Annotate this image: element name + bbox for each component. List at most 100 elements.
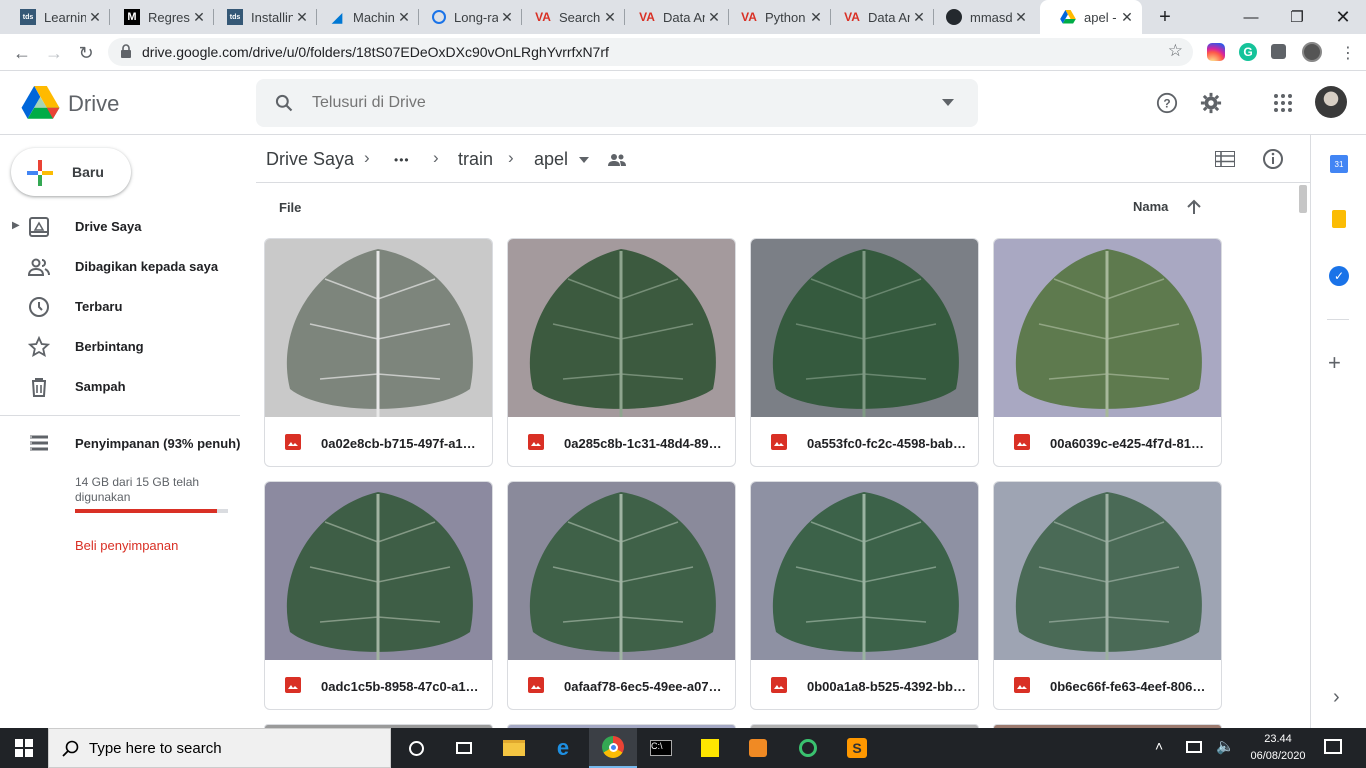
breadcrumb-current[interactable]: apel bbox=[534, 149, 568, 170]
cortana-icon[interactable] bbox=[392, 728, 440, 768]
vertical-scrollbar[interactable] bbox=[1297, 183, 1309, 728]
taskbar-search-box[interactable]: Type here to search bbox=[48, 728, 391, 768]
file-card[interactable]: 0afaaf78-6ec5-49ee-a07… bbox=[507, 481, 736, 710]
browser-tab[interactable]: tds Learnin ✕ bbox=[0, 0, 110, 34]
grammarly-extension-icon[interactable]: G bbox=[1239, 43, 1257, 61]
search-input[interactable] bbox=[312, 91, 912, 115]
address-bar[interactable]: drive.google.com/drive/u/0/folders/18tS0… bbox=[108, 38, 1193, 66]
terminal-icon[interactable]: C:\ bbox=[637, 728, 685, 768]
sidebar-item-storage[interactable]: Penyimpanan (93% penuh) bbox=[0, 427, 240, 461]
volume-icon[interactable]: 🔈 bbox=[1216, 737, 1235, 755]
file-thumbnail[interactable] bbox=[265, 482, 492, 660]
network-icon[interactable] bbox=[1186, 741, 1202, 753]
file-card[interactable]: 0adc1c5b-8958-47c0-a1… bbox=[264, 481, 493, 710]
close-tab-icon[interactable]: ✕ bbox=[807, 9, 825, 26]
apps-grid-icon[interactable] bbox=[1270, 90, 1296, 116]
file-thumbnail[interactable] bbox=[265, 239, 492, 417]
close-tab-icon[interactable]: ✕ bbox=[86, 9, 104, 26]
breadcrumb-parent[interactable]: train bbox=[458, 149, 493, 170]
help-icon[interactable]: ? bbox=[1154, 90, 1180, 116]
sort-by-name-button[interactable]: Nama bbox=[1133, 199, 1168, 214]
browser-tab[interactable]: Long-ra ✕ bbox=[412, 0, 522, 34]
browser-tab[interactable]: M Regress ✕ bbox=[104, 0, 214, 34]
chrome-icon[interactable] bbox=[589, 728, 637, 768]
keep-icon[interactable] bbox=[1332, 210, 1346, 228]
maximize-button[interactable]: ❐ bbox=[1274, 0, 1320, 34]
edge-icon[interactable]: e bbox=[539, 728, 587, 768]
file-thumbnail[interactable] bbox=[751, 239, 978, 417]
list-view-icon[interactable] bbox=[1215, 151, 1235, 167]
sidebar-item-my-drive[interactable]: ▶ Drive Saya bbox=[0, 210, 240, 244]
file-thumbnail[interactable] bbox=[508, 482, 735, 660]
expand-arrow-icon[interactable]: ▶ bbox=[12, 220, 20, 231]
file-card[interactable]: 0a285c8b-1c31-48d4-89f… bbox=[507, 238, 736, 467]
file-card[interactable]: 00a6039c-e425-4f7d-81b… bbox=[993, 238, 1222, 467]
windows-start-icon[interactable] bbox=[0, 728, 48, 768]
browser-tab[interactable]: VA Python ✕ bbox=[721, 0, 831, 34]
browser-tab-active[interactable]: apel - G ✕ bbox=[1040, 0, 1142, 34]
profile-avatar-icon[interactable] bbox=[1302, 42, 1322, 62]
buy-storage-link[interactable]: Beli penyimpanan bbox=[75, 538, 178, 553]
tasks-icon[interactable]: ✓ bbox=[1329, 266, 1349, 286]
close-tab-icon[interactable]: ✕ bbox=[395, 9, 413, 26]
system-tray-chevron-icon[interactable]: ˄ bbox=[1155, 738, 1163, 754]
notifications-icon[interactable] bbox=[1324, 739, 1342, 754]
close-tab-icon[interactable]: ✕ bbox=[601, 9, 619, 26]
extensions-puzzle-icon[interactable] bbox=[1271, 44, 1286, 59]
account-avatar[interactable] bbox=[1315, 86, 1347, 118]
info-icon[interactable] bbox=[1262, 148, 1284, 170]
browser-tab[interactable]: VA Data Ar ✕ bbox=[619, 0, 729, 34]
sidebar-item-shared[interactable]: Dibagikan kepada saya bbox=[0, 250, 240, 284]
new-button[interactable]: Baru bbox=[11, 148, 131, 196]
minimize-button[interactable]: — bbox=[1228, 0, 1274, 34]
taskbar-clock[interactable]: 23.44 06/08/2020 bbox=[1250, 731, 1306, 765]
browser-tab[interactable]: tds Installin ✕ bbox=[207, 0, 317, 34]
chrome-menu-icon[interactable]: ⋮ bbox=[1334, 39, 1362, 67]
calendar-icon[interactable]: 31 bbox=[1330, 155, 1348, 173]
search-options-caret-icon[interactable] bbox=[942, 99, 954, 106]
close-window-button[interactable]: ✕ bbox=[1320, 0, 1366, 34]
get-addons-plus-icon[interactable]: + bbox=[1328, 350, 1341, 376]
file-card[interactable]: 0b00a1a8-b525-4392-bb… bbox=[750, 481, 979, 710]
file-thumbnail[interactable] bbox=[508, 239, 735, 417]
scrollbar-thumb[interactable] bbox=[1299, 185, 1307, 213]
breadcrumb-root[interactable]: Drive Saya bbox=[266, 149, 354, 170]
sort-ascending-arrow-icon[interactable] bbox=[1187, 199, 1201, 214]
file-thumbnail[interactable] bbox=[994, 239, 1221, 417]
file-thumbnail[interactable] bbox=[994, 482, 1221, 660]
back-button[interactable]: ← bbox=[8, 39, 36, 67]
close-tab-icon[interactable]: ✕ bbox=[190, 9, 208, 26]
bookmark-star-icon[interactable]: ☆ bbox=[1168, 41, 1183, 61]
sublime-text-icon[interactable]: S bbox=[833, 728, 881, 768]
sidebar-item-trash[interactable]: Sampah bbox=[0, 370, 240, 404]
task-view-icon[interactable] bbox=[440, 728, 488, 768]
browser-tab[interactable]: VA Search ✕ bbox=[515, 0, 625, 34]
close-tab-icon[interactable]: ✕ bbox=[1118, 9, 1136, 26]
file-card[interactable]: 0a02e8cb-b715-497f-a16… bbox=[264, 238, 493, 467]
file-explorer-icon[interactable] bbox=[490, 728, 538, 768]
instagram-extension-icon[interactable] bbox=[1207, 43, 1225, 61]
sync-app-icon[interactable] bbox=[784, 728, 832, 768]
file-card[interactable]: 0a553fc0-fc2c-4598-bab… bbox=[750, 238, 979, 467]
sticky-notes-icon[interactable] bbox=[686, 728, 734, 768]
forward-button[interactable]: → bbox=[40, 39, 68, 67]
reload-button[interactable]: ↻ bbox=[72, 39, 100, 67]
sidebar-item-recent[interactable]: Terbaru bbox=[0, 290, 240, 324]
close-tab-icon[interactable]: ✕ bbox=[1012, 9, 1030, 26]
close-tab-icon[interactable]: ✕ bbox=[498, 9, 516, 26]
folder-menu-caret-icon[interactable] bbox=[579, 157, 589, 163]
file-card[interactable]: 0b6ec66f-fe63-4eef-8068… bbox=[993, 481, 1222, 710]
browser-tab[interactable]: VA Data Ar ✕ bbox=[824, 0, 934, 34]
sidebar-item-starred[interactable]: Berbintang bbox=[0, 330, 240, 364]
drive-logo-icon[interactable] bbox=[21, 86, 60, 120]
browser-tab[interactable]: ◢ Machin ✕ bbox=[309, 0, 419, 34]
browser-tab[interactable]: mmasd ✕ bbox=[926, 0, 1036, 34]
settings-gear-icon[interactable] bbox=[1198, 90, 1224, 116]
file-thumbnail[interactable] bbox=[751, 482, 978, 660]
breadcrumb-ellipsis[interactable]: ••• bbox=[394, 153, 410, 167]
search-icon[interactable] bbox=[274, 93, 294, 113]
drive-search-box[interactable] bbox=[256, 79, 978, 127]
expand-panel-chevron-icon[interactable]: › bbox=[1333, 686, 1340, 709]
media-player-icon[interactable] bbox=[734, 728, 782, 768]
new-tab-button[interactable]: + bbox=[1142, 0, 1188, 34]
